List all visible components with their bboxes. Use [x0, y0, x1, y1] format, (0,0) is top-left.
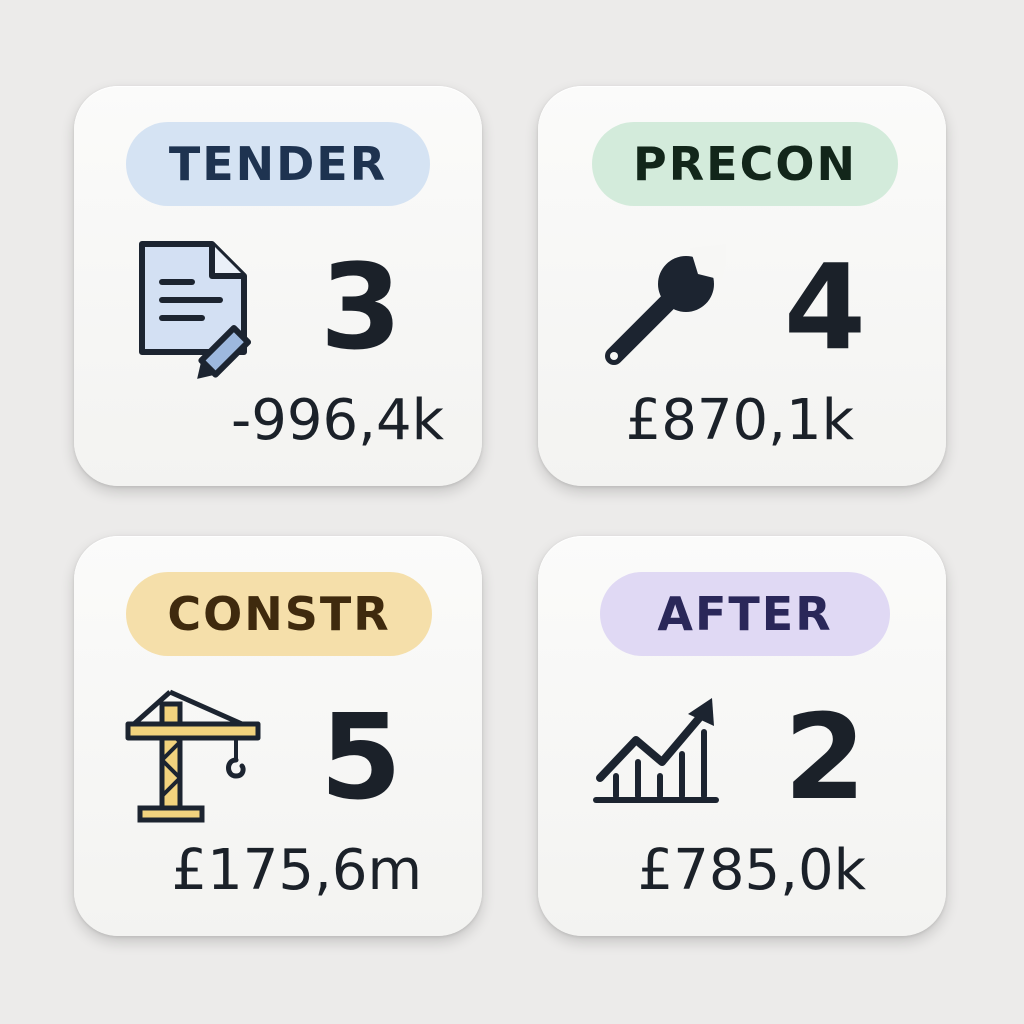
- stage-value-constr: £175,6m: [171, 838, 423, 903]
- stage-card-tender[interactable]: TENDER 3 -996,4k: [74, 86, 482, 486]
- crane-icon: [122, 684, 272, 834]
- stage-label-tender: TENDER: [126, 122, 430, 206]
- stage-card-constr[interactable]: CONSTR 5 £175,6m: [74, 536, 482, 936]
- stage-value-tender: -996,4k: [231, 388, 444, 453]
- stage-card-after[interactable]: AFTER 2 £785,0k: [538, 536, 946, 936]
- stage-card-precon[interactable]: PRECON 4 £870,1k: [538, 86, 946, 486]
- project-count-precon: 4: [783, 238, 866, 376]
- growth-chart-icon: [586, 684, 736, 834]
- document-edit-icon: [122, 234, 272, 384]
- stage-label-after: AFTER: [600, 572, 890, 656]
- project-count-tender: 3: [319, 238, 402, 376]
- project-count-after: 2: [783, 688, 866, 826]
- project-count-constr: 5: [319, 688, 402, 826]
- stage-label-precon: PRECON: [592, 122, 898, 206]
- stage-label-constr: CONSTR: [126, 572, 432, 656]
- stage-value-precon: £870,1k: [625, 388, 854, 453]
- stage-value-after: £785,0k: [637, 838, 866, 903]
- wrench-icon: [586, 234, 736, 384]
